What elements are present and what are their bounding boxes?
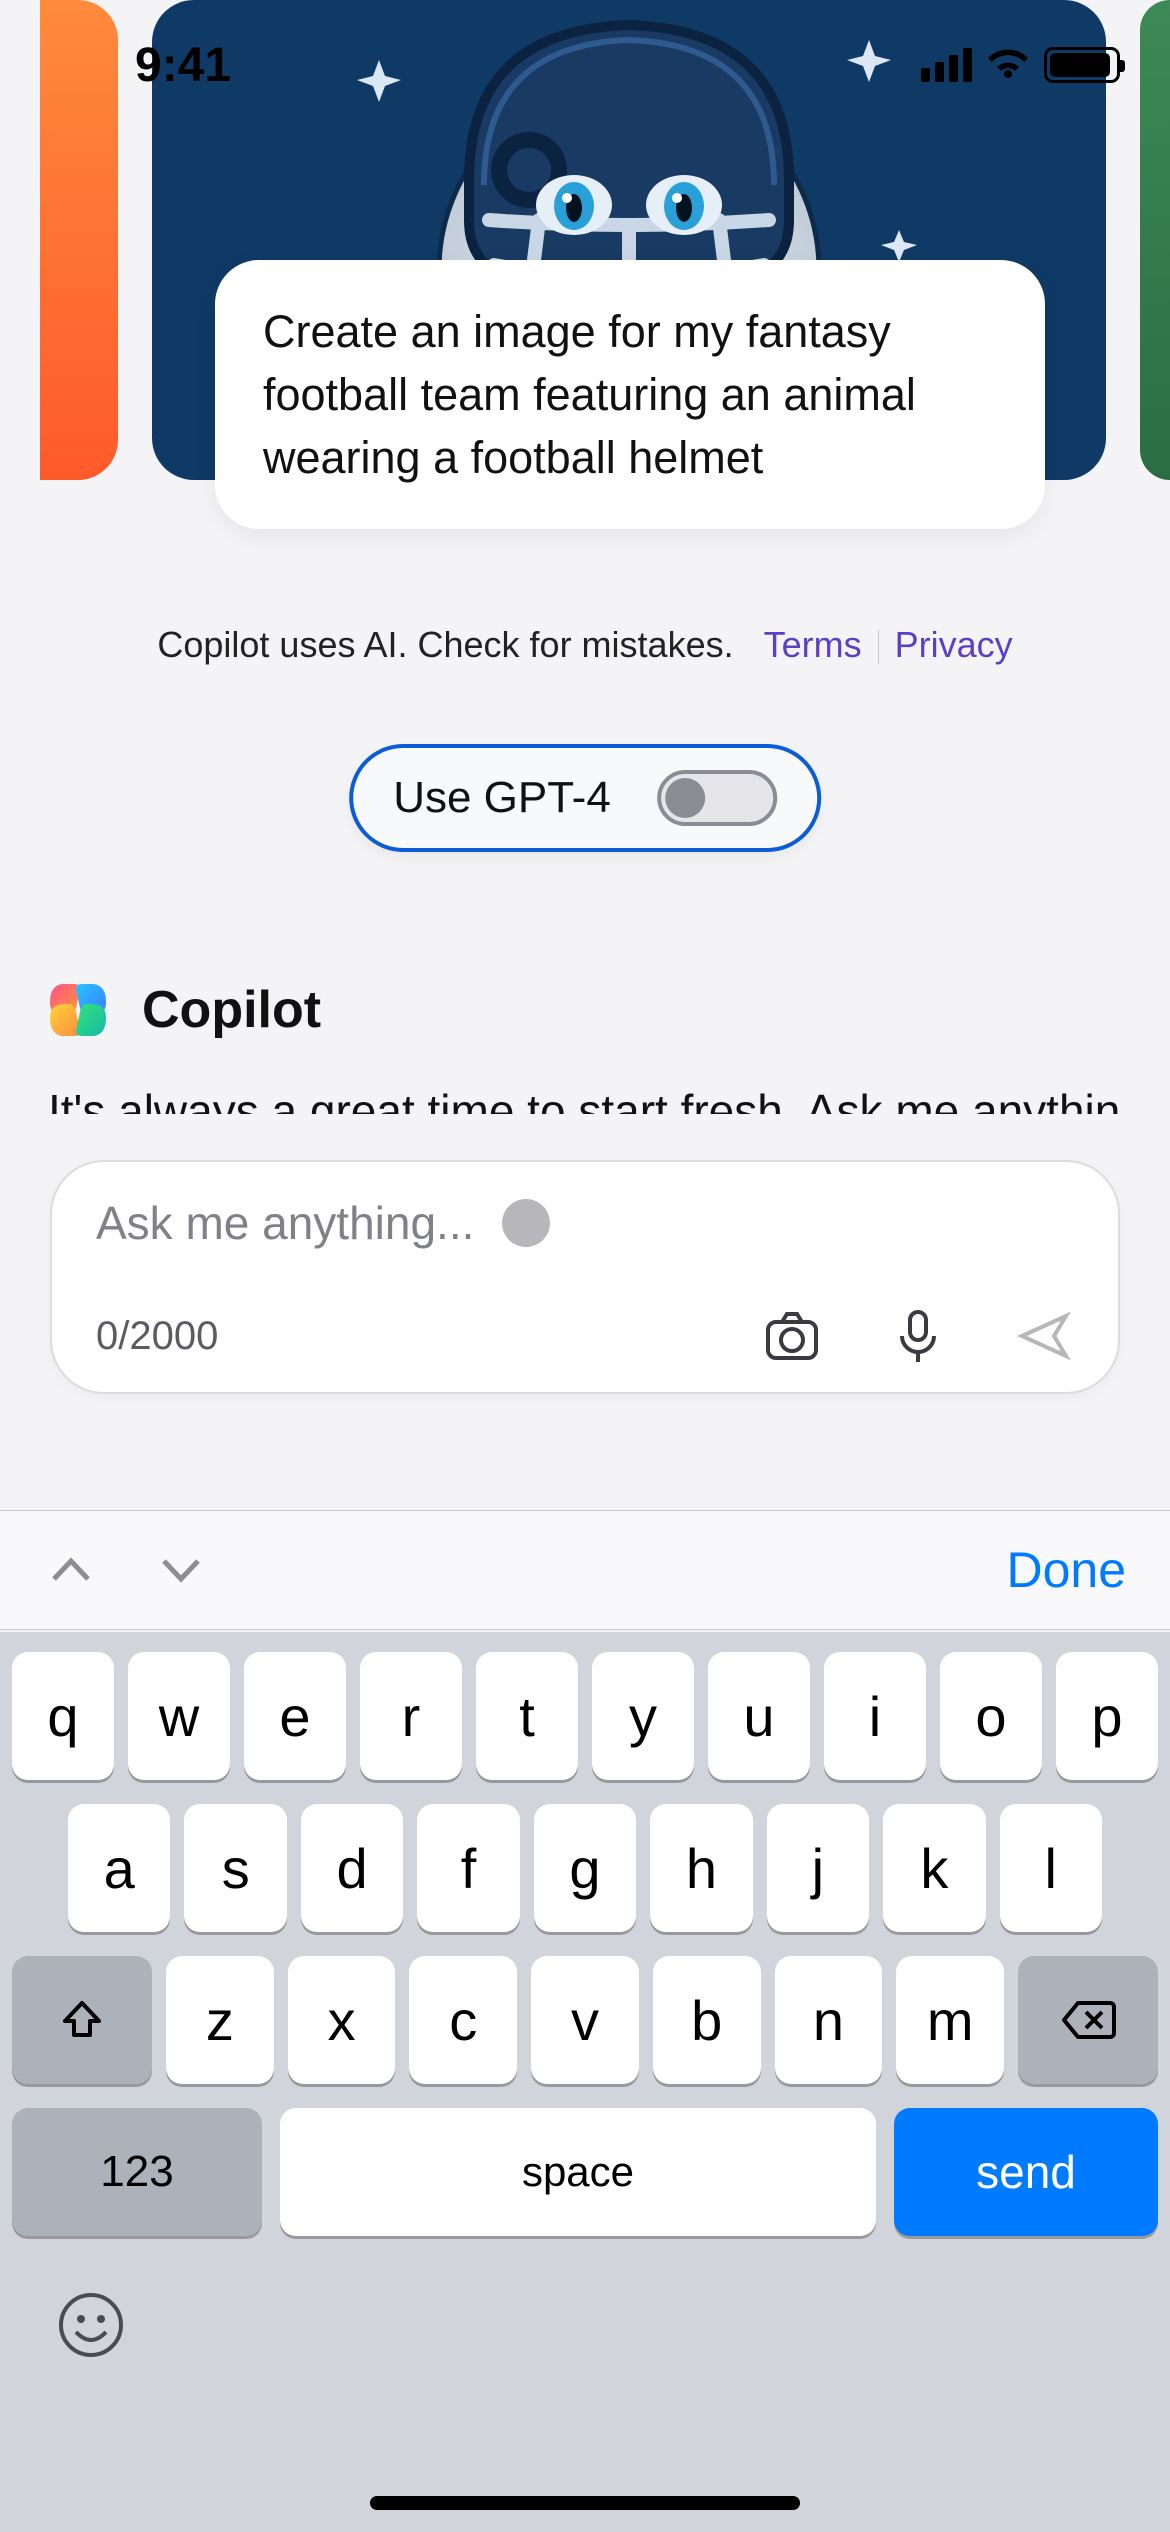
agent-header: Copilot: [44, 976, 321, 1044]
gpt4-toggle-switch[interactable]: [657, 770, 777, 826]
home-indicator[interactable]: [370, 2496, 800, 2510]
key-a[interactable]: a: [68, 1804, 170, 1932]
keyboard-row-1: q w e r t y u i o p: [12, 1652, 1158, 1780]
key-h[interactable]: h: [650, 1804, 752, 1932]
key-d[interactable]: d: [301, 1804, 403, 1932]
key-send[interactable]: send: [894, 2108, 1158, 2236]
key-backspace[interactable]: [1018, 1956, 1158, 2084]
copilot-logo-icon: [44, 976, 112, 1044]
key-n[interactable]: n: [775, 1956, 883, 2084]
key-c[interactable]: c: [409, 1956, 517, 2084]
key-t[interactable]: t: [476, 1652, 578, 1780]
send-icon[interactable]: [1014, 1306, 1074, 1366]
keyboard-row-4: 123 space send: [12, 2108, 1158, 2236]
key-r[interactable]: r: [360, 1652, 462, 1780]
key-f[interactable]: f: [417, 1804, 519, 1932]
status-indicators: [921, 47, 1120, 83]
key-l[interactable]: l: [1000, 1804, 1102, 1932]
cellular-icon: [921, 48, 972, 82]
key-x[interactable]: x: [288, 1956, 396, 2084]
key-k[interactable]: k: [883, 1804, 985, 1932]
key-z[interactable]: z: [166, 1956, 274, 2084]
key-v[interactable]: v: [531, 1956, 639, 2084]
agent-name: Copilot: [142, 980, 321, 1040]
keyboard-row-3: z x c v b n m: [12, 1956, 1158, 2084]
key-q[interactable]: q: [12, 1652, 114, 1780]
key-y[interactable]: y: [592, 1652, 694, 1780]
example-prompt-bubble[interactable]: Create an image for my fantasy football …: [215, 260, 1045, 529]
terms-link[interactable]: Terms: [764, 624, 862, 665]
key-space[interactable]: space: [280, 2108, 876, 2236]
key-s[interactable]: s: [184, 1804, 286, 1932]
camera-icon[interactable]: [762, 1306, 822, 1366]
disclaimer-text: Copilot uses AI. Check for mistakes.: [157, 624, 733, 665]
char-counter: 0/2000: [96, 1314, 218, 1359]
battery-icon: [1044, 47, 1120, 83]
key-u[interactable]: u: [708, 1652, 810, 1780]
chat-input-card[interactable]: Ask me anything... 0/2000: [50, 1160, 1120, 1394]
status-bar: 9:41: [0, 0, 1170, 130]
key-m[interactable]: m: [896, 1956, 1004, 2084]
keyboard-bottom-bar: [0, 2260, 1170, 2362]
key-b[interactable]: b: [653, 1956, 761, 2084]
agent-greeting-clipped: It's always a great time to start fresh.…: [48, 1084, 1122, 1114]
status-time: 9:41: [135, 38, 231, 93]
screen: 9:41 Create an image for my fantasy foot…: [0, 0, 1170, 2532]
gpt4-toggle-pill[interactable]: Use GPT-4: [349, 744, 821, 852]
form-prev-icon[interactable]: [44, 1543, 98, 1597]
key-numbers[interactable]: 123: [12, 2108, 262, 2236]
software-keyboard: q w e r t y u i o p a s d f g h j k l: [0, 1632, 1170, 2532]
key-i[interactable]: i: [824, 1652, 926, 1780]
keyboard-accessory-bar: Done: [0, 1510, 1170, 1630]
privacy-link[interactable]: Privacy: [895, 624, 1013, 665]
text-cursor-handle[interactable]: [502, 1199, 550, 1247]
key-shift[interactable]: [12, 1956, 152, 2084]
key-p[interactable]: p: [1056, 1652, 1158, 1780]
chat-input[interactable]: Ask me anything...: [96, 1196, 474, 1250]
key-w[interactable]: w: [128, 1652, 230, 1780]
wifi-icon: [986, 48, 1030, 82]
emoji-icon[interactable]: [54, 2288, 128, 2362]
form-next-icon[interactable]: [154, 1543, 208, 1597]
keyboard-done-button[interactable]: Done: [1006, 1541, 1126, 1599]
microphone-icon[interactable]: [888, 1306, 948, 1366]
keyboard-row-2: a s d f g h j k l: [12, 1804, 1158, 1932]
key-j[interactable]: j: [767, 1804, 869, 1932]
key-o[interactable]: o: [940, 1652, 1042, 1780]
disclaimer-row: Copilot uses AI. Check for mistakes. Ter…: [0, 624, 1170, 666]
gpt4-toggle-label: Use GPT-4: [393, 773, 611, 823]
key-g[interactable]: g: [534, 1804, 636, 1932]
key-e[interactable]: e: [244, 1652, 346, 1780]
